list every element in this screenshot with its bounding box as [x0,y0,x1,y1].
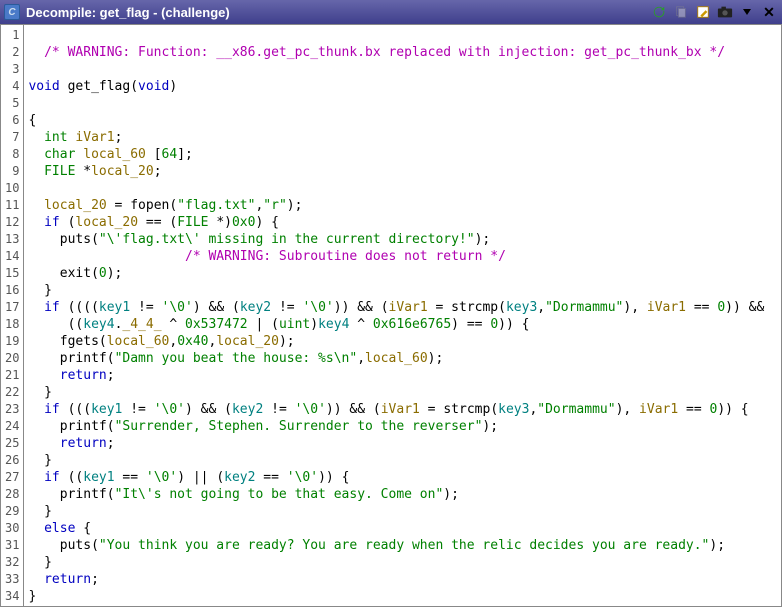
code-line: else { [24,520,781,537]
line-number: 6 [1,112,23,129]
line-number: 20 [1,350,23,367]
code-area[interactable]: /* WARNING: Function: __x86.get_pc_thunk… [24,25,781,606]
line-number: 18 [1,316,23,333]
code-line: puts("You think you are ready? You are r… [24,537,781,554]
line-number: 1 [1,27,23,44]
line-number: 33 [1,571,23,588]
code-line: /* WARNING: Function: __x86.get_pc_thunk… [24,44,781,61]
refresh-icon[interactable] [650,3,668,21]
decompile-panel: 1234567891011121314151617181920212223242… [0,24,782,607]
code-line: printf("It\'s not going to be that easy.… [24,486,781,503]
line-number: 23 [1,401,23,418]
code-line [24,95,781,112]
code-line: return; [24,571,781,588]
line-number: 2 [1,44,23,61]
code-line [24,605,781,606]
line-number: 5 [1,95,23,112]
code-line [24,180,781,197]
code-line: } [24,503,781,520]
code-line: puts("\'flag.txt\' missing in the curren… [24,231,781,248]
code-line: fgets(local_60,0x40,local_20); [24,333,781,350]
code-line: } [24,588,781,605]
code-line: } [24,384,781,401]
code-line: int iVar1; [24,129,781,146]
line-number: 21 [1,367,23,384]
app-icon: C [4,4,20,20]
code-line: } [24,452,781,469]
code-line: if (local_20 == (FILE *)0x0) { [24,214,781,231]
line-number: 28 [1,486,23,503]
code-line: } [24,282,781,299]
line-number-gutter: 1234567891011121314151617181920212223242… [1,25,24,606]
line-number: 25 [1,435,23,452]
line-number: 14 [1,248,23,265]
line-number: 9 [1,163,23,180]
line-number: 31 [1,537,23,554]
window-title: Decompile: get_flag - (challenge) [26,5,646,20]
code-line: ((key4._4_4_ ^ 0x537472 | (uint)key4 ^ 0… [24,316,781,333]
code-line: if ((key1 == '\0') || (key2 == '\0')) { [24,469,781,486]
line-number: 19 [1,333,23,350]
code-line: FILE *local_20; [24,163,781,180]
code-line: return; [24,367,781,384]
line-number: 15 [1,265,23,282]
line-number: 4 [1,78,23,95]
code-line: { [24,112,781,129]
code-line: /* WARNING: Subroutine does not return *… [24,248,781,265]
code-line: printf("Damn you beat the house: %s\n",l… [24,350,781,367]
close-icon[interactable]: ✕ [760,3,778,21]
code-line: char local_60 [64]; [24,146,781,163]
line-number: 16 [1,282,23,299]
line-number: 26 [1,452,23,469]
line-number: 11 [1,197,23,214]
line-number: 10 [1,180,23,197]
line-number: 13 [1,231,23,248]
line-number: 30 [1,520,23,537]
code-line: exit(0); [24,265,781,282]
code-line: if ((((key1 != '\0') && (key2 != '\0')) … [24,299,781,316]
line-number: 29 [1,503,23,520]
line-number: 27 [1,469,23,486]
line-number: 22 [1,384,23,401]
code-line [24,61,781,78]
window-titlebar: C Decompile: get_flag - (challenge) ✕ [0,0,782,24]
code-line: return; [24,435,781,452]
code-line: local_20 = fopen("flag.txt","r"); [24,197,781,214]
line-number: 34 [1,588,23,605]
line-number: 32 [1,554,23,571]
dropdown-icon[interactable] [738,3,756,21]
copy-icon[interactable] [672,3,690,21]
line-number: 24 [1,418,23,435]
code-line: if (((key1 != '\0') && (key2 != '\0')) &… [24,401,781,418]
edit-icon[interactable] [694,3,712,21]
line-number: 8 [1,146,23,163]
snapshot-icon[interactable] [716,3,734,21]
code-line: void get_flag(void) [24,78,781,95]
line-number: 3 [1,61,23,78]
line-number: 7 [1,129,23,146]
code-line: printf("Surrender, Stephen. Surrender to… [24,418,781,435]
line-number: 17 [1,299,23,316]
code-line: } [24,554,781,571]
code-line [24,27,781,44]
line-number: 12 [1,214,23,231]
